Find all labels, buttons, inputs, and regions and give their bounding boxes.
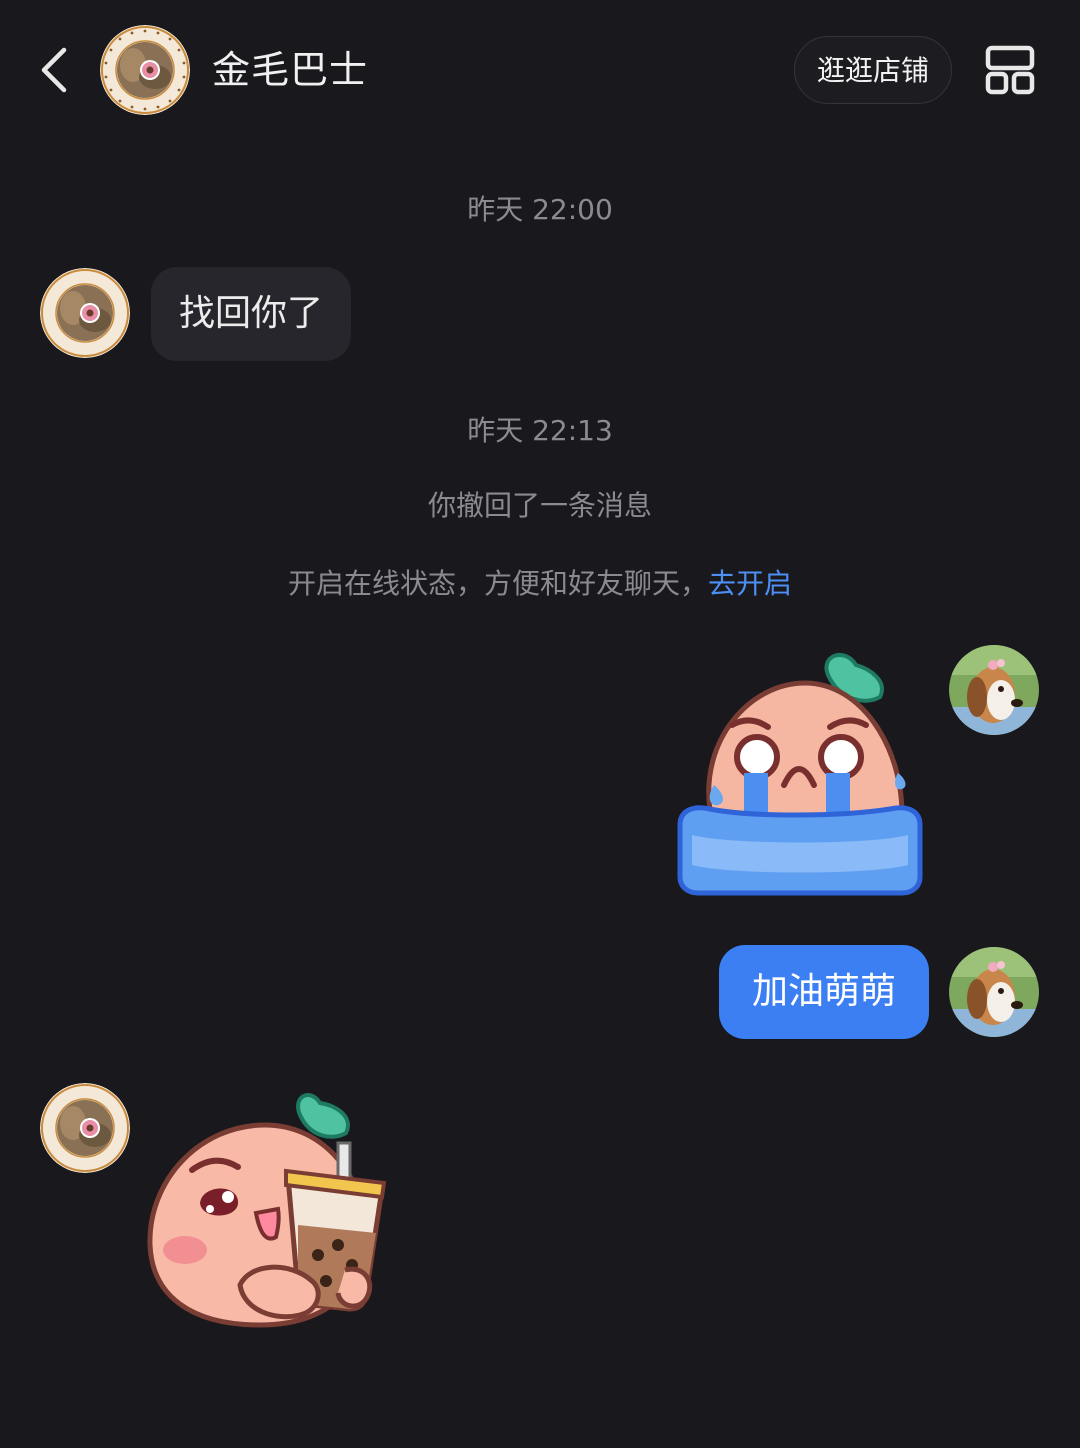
my-avatar[interactable] <box>949 645 1039 735</box>
contact-name: 金毛巴士 <box>212 48 369 92</box>
outgoing-message-bubble[interactable]: 加油萌萌 <box>719 945 929 1039</box>
enable-online-link[interactable]: 去开启 <box>708 567 792 600</box>
contact-avatar[interactable] <box>100 25 190 115</box>
incoming-sticker[interactable] <box>140 1085 400 1349</box>
contact-avatar[interactable] <box>40 268 130 358</box>
golden-retriever-seal-icon <box>40 1083 130 1173</box>
timestamp: 昨天 22:00 <box>467 193 613 226</box>
beagle-photo-icon <box>949 947 1039 1037</box>
my-avatar[interactable] <box>949 947 1039 1037</box>
recall-notice: 你撤回了一条消息 <box>427 489 652 522</box>
chat-header: 金毛巴士 逛逛店铺 <box>0 0 1080 140</box>
peach-bubble-tea-sticker-icon <box>147 1093 387 1328</box>
layout-grid-button[interactable] <box>984 44 1036 96</box>
outgoing-sticker[interactable] <box>670 645 930 909</box>
incoming-message-bubble[interactable]: 找回你了 <box>151 267 352 361</box>
crying-peach-sticker-icon <box>677 653 923 896</box>
contact-avatar[interactable] <box>40 1083 130 1173</box>
grid-icon <box>985 45 1035 95</box>
golden-retriever-seal-icon <box>100 25 190 115</box>
online-status-prompt: 开启在线状态，方便和好友聊天，去开启 <box>0 564 1080 604</box>
golden-retriever-seal-icon <box>40 268 130 358</box>
beagle-photo-icon <box>949 645 1039 735</box>
visit-store-button[interactable]: 逛逛店铺 <box>794 36 952 104</box>
timestamp: 昨天 22:13 <box>467 414 613 447</box>
back-button[interactable] <box>30 40 80 100</box>
chevron-left-icon <box>41 47 67 93</box>
online-status-text: 开启在线状态，方便和好友聊天， <box>287 567 708 600</box>
